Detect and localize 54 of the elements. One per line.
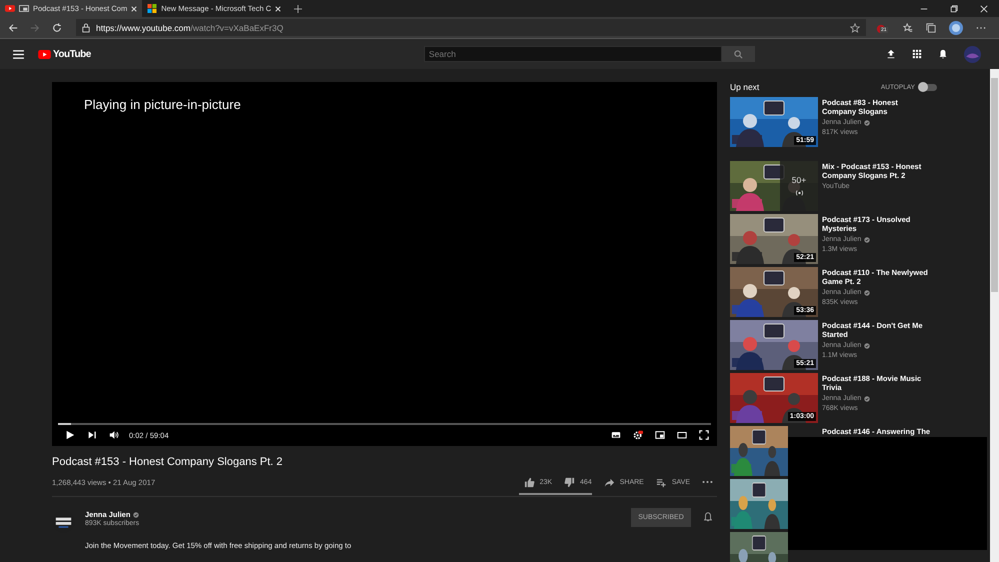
subtitles-icon[interactable] [611, 430, 621, 440]
apps-grid-icon[interactable] [912, 49, 922, 59]
pip-message: Playing in picture-in-picture [84, 97, 242, 112]
close-icon[interactable] [980, 4, 988, 12]
progress-bar[interactable] [58, 423, 711, 426]
add-to-playlist-icon [656, 476, 667, 488]
volume-icon[interactable] [109, 430, 119, 440]
back-icon[interactable] [8, 22, 18, 32]
video-title: Podcast #153 - Honest Company Slogans Pt. 2 [52, 456, 284, 468]
address-field[interactable]: https://www.youtube.com/watch?v=vXaBaExFr3Q [76, 19, 866, 36]
more-actions-icon[interactable] [702, 480, 713, 484]
new-tab-icon[interactable] [294, 4, 302, 12]
play-icon[interactable] [65, 430, 75, 440]
search-icon [734, 50, 743, 58]
verified-icon [864, 236, 870, 243]
close-tab-icon[interactable] [275, 6, 282, 12]
play-logo-icon [38, 50, 51, 58]
autoplay-toggle[interactable] [919, 84, 937, 90]
collections-icon[interactable] [926, 22, 936, 32]
verified-icon [133, 512, 140, 518]
bell-icon[interactable] [703, 512, 713, 522]
playlist-count: 50+ [792, 175, 806, 185]
profile-avatar[interactable] [949, 20, 963, 34]
share-arrow-icon [604, 476, 615, 488]
refresh-icon[interactable] [52, 22, 62, 32]
close-tab-icon[interactable] [131, 6, 138, 12]
star-icon[interactable] [850, 22, 860, 32]
youtube-logo[interactable]: YouTube [38, 48, 91, 60]
menu-icon[interactable] [13, 50, 24, 58]
miniplayer-icon[interactable] [655, 430, 665, 440]
verified-icon [864, 342, 870, 349]
youtube-favicon-icon [5, 4, 15, 13]
search-field[interactable]: Search [424, 46, 722, 62]
theater-mode-icon[interactable] [677, 430, 687, 440]
thumbs-up-icon [524, 476, 535, 488]
lock-icon [82, 22, 90, 32]
next-icon[interactable] [87, 430, 97, 440]
verified-icon [864, 396, 870, 402]
favorites-icon[interactable] [903, 22, 913, 32]
thumbs-down-icon [564, 476, 576, 488]
bell-icon[interactable] [938, 49, 948, 59]
upload-icon[interactable] [886, 49, 896, 59]
restore-icon[interactable] [950, 4, 958, 12]
account-avatar[interactable] [964, 46, 982, 62]
search-button[interactable] [722, 46, 755, 62]
scrollbar[interactable] [990, 69, 999, 562]
settings-icon[interactable] [633, 430, 643, 440]
verified-icon [864, 290, 870, 296]
verified-icon [864, 120, 870, 126]
fullscreen-icon[interactable] [699, 430, 709, 440]
up-next-heading: Up next [730, 82, 760, 92]
microsoft-favicon-icon [147, 4, 158, 13]
picture-in-picture-icon [19, 4, 29, 13]
radio-waves-icon [794, 189, 804, 197]
